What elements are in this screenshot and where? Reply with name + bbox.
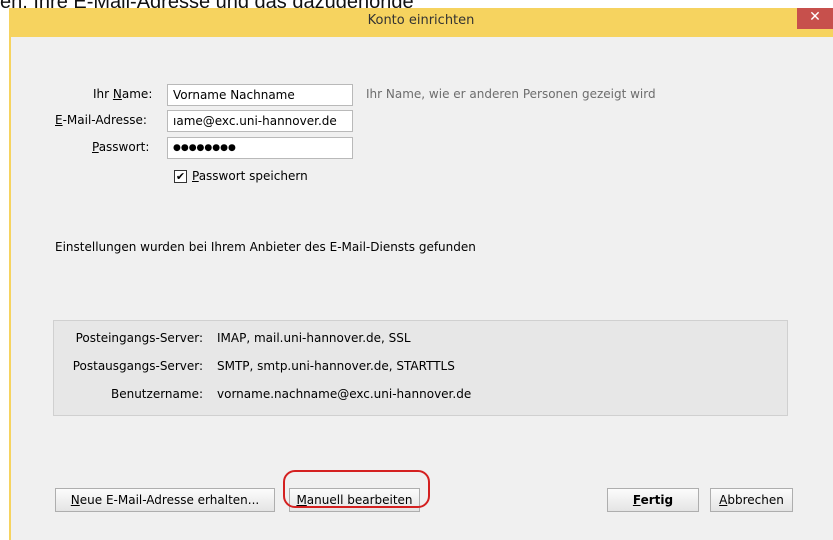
save-password-checkbox[interactable]: ✔: [174, 170, 187, 183]
account-setup-dialog: Konto einrichten ✕ Ihr Name: Vorname Nac…: [9, 8, 833, 540]
outgoing-server-value: SMTP, smtp.uni-hannover.de, STARTTLS: [217, 359, 455, 373]
save-password-label[interactable]: Passwort speichern: [192, 169, 308, 183]
status-message: Einstellungen wurden bei Ihrem Anbieter …: [55, 240, 476, 254]
title-bar[interactable]: Konto einrichten ✕: [9, 8, 833, 37]
username-value: vorname.nachname@exc.uni-hannover.de: [217, 387, 472, 401]
incoming-server-label: Posteingangs-Server:: [75, 331, 203, 345]
cancel-button[interactable]: Abbrechen: [710, 488, 793, 512]
dialog-body: Ihr Name: Vorname Nachname Ihr Name, wie…: [11, 37, 833, 540]
password-input[interactable]: ●●●●●●●●: [167, 137, 353, 159]
new-email-address-button[interactable]: Neue E-Mail-Adresse erhalten...: [55, 488, 275, 512]
email-label: E-Mail-Adresse:: [55, 113, 147, 127]
password-label: Passwort:: [92, 140, 150, 154]
username-label: Benutzername:: [110, 387, 203, 401]
close-button[interactable]: ✕: [797, 8, 833, 29]
checkmark-icon: ✔: [175, 170, 186, 183]
dialog-title: Konto einrichten: [367, 13, 475, 28]
done-button[interactable]: Fertig: [607, 488, 699, 512]
name-label: Ihr Name:: [93, 87, 153, 101]
email-input[interactable]: ıame@exc.uni-hannover.de: [167, 110, 353, 132]
server-info-panel: Posteingangs-Server: IMAP, mail.uni-hann…: [53, 320, 788, 416]
incoming-server-value: IMAP, mail.uni-hannover.de, SSL: [217, 331, 411, 345]
name-hint: Ihr Name, wie er anderen Personen gezeig…: [366, 87, 656, 101]
name-input[interactable]: Vorname Nachname: [167, 84, 353, 106]
outgoing-server-label: Postausgangs-Server:: [72, 359, 203, 373]
annotation-highlight: [283, 470, 430, 508]
close-icon: ✕: [809, 9, 821, 25]
